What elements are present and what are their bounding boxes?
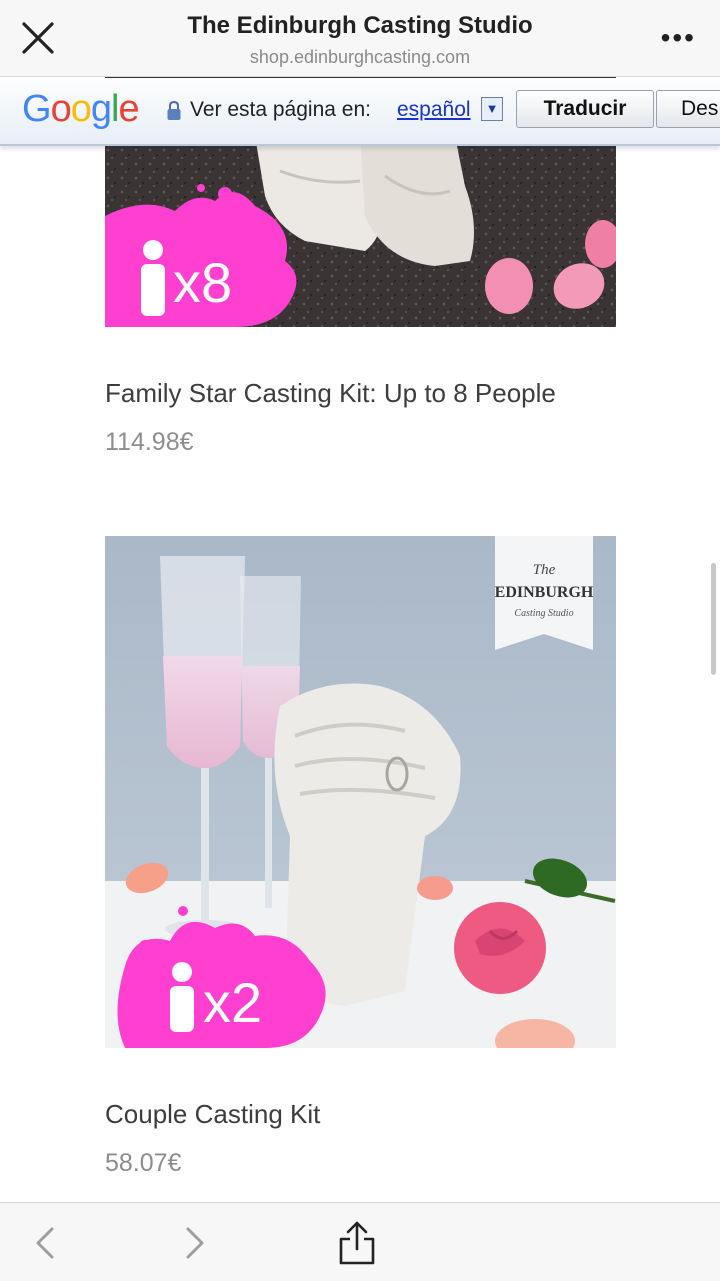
lock-icon (167, 100, 181, 120)
svg-text:The: The (533, 562, 556, 578)
person-icon (170, 962, 194, 1032)
chevron-right-icon[interactable] (180, 1223, 210, 1263)
browser-header: The Edinburgh Casting Studio shop.edinbu… (0, 0, 720, 77)
language-dropdown[interactable]: ▼ (481, 97, 503, 121)
translate-prompt: Ver esta página en: (190, 98, 371, 121)
chevron-left-icon[interactable] (30, 1223, 60, 1263)
svg-text:EDINBURGH: EDINBURGH (495, 584, 594, 601)
share-icon[interactable] (336, 1219, 378, 1267)
google-logo: Google (22, 88, 140, 130)
page-title: The Edinburgh Casting Studio (187, 12, 533, 39)
scrollbar-indicator[interactable] (711, 563, 716, 675)
translate-bar: Google Ver esta página en: español ▼ Tra… (0, 78, 720, 146)
language-link[interactable]: español (397, 98, 471, 122)
product-name[interactable]: Couple Casting Kit (105, 1099, 320, 1130)
product-badge: x2 (203, 971, 262, 1034)
translate-button[interactable]: Traducir (516, 90, 654, 128)
person-icon (141, 240, 165, 316)
product-price: 114.98€ (105, 428, 194, 456)
product-image-couple[interactable]: The EDINBURGH Casting Studio x2 (105, 536, 616, 1048)
undo-translate-button[interactable]: Des (656, 90, 720, 128)
page-content: x8 Family Star Casting Kit: Up to 8 Peop… (0, 0, 720, 1280)
brand-logo: The EDINBURGH Casting Studio (495, 536, 594, 650)
more-icon[interactable]: ••• (661, 24, 696, 52)
product-price: 58.07€ (105, 1149, 182, 1177)
svg-text:Casting Studio: Casting Studio (514, 608, 573, 619)
product-name[interactable]: Family Star Casting Kit: Up to 8 People (105, 378, 556, 409)
page-url: shop.edinburghcasting.com (249, 47, 471, 67)
product-badge: x8 (173, 251, 232, 314)
product-photo-couple-hands: The EDINBURGH Casting Studio x2 (105, 536, 616, 1048)
bottom-toolbar (0, 1202, 720, 1281)
